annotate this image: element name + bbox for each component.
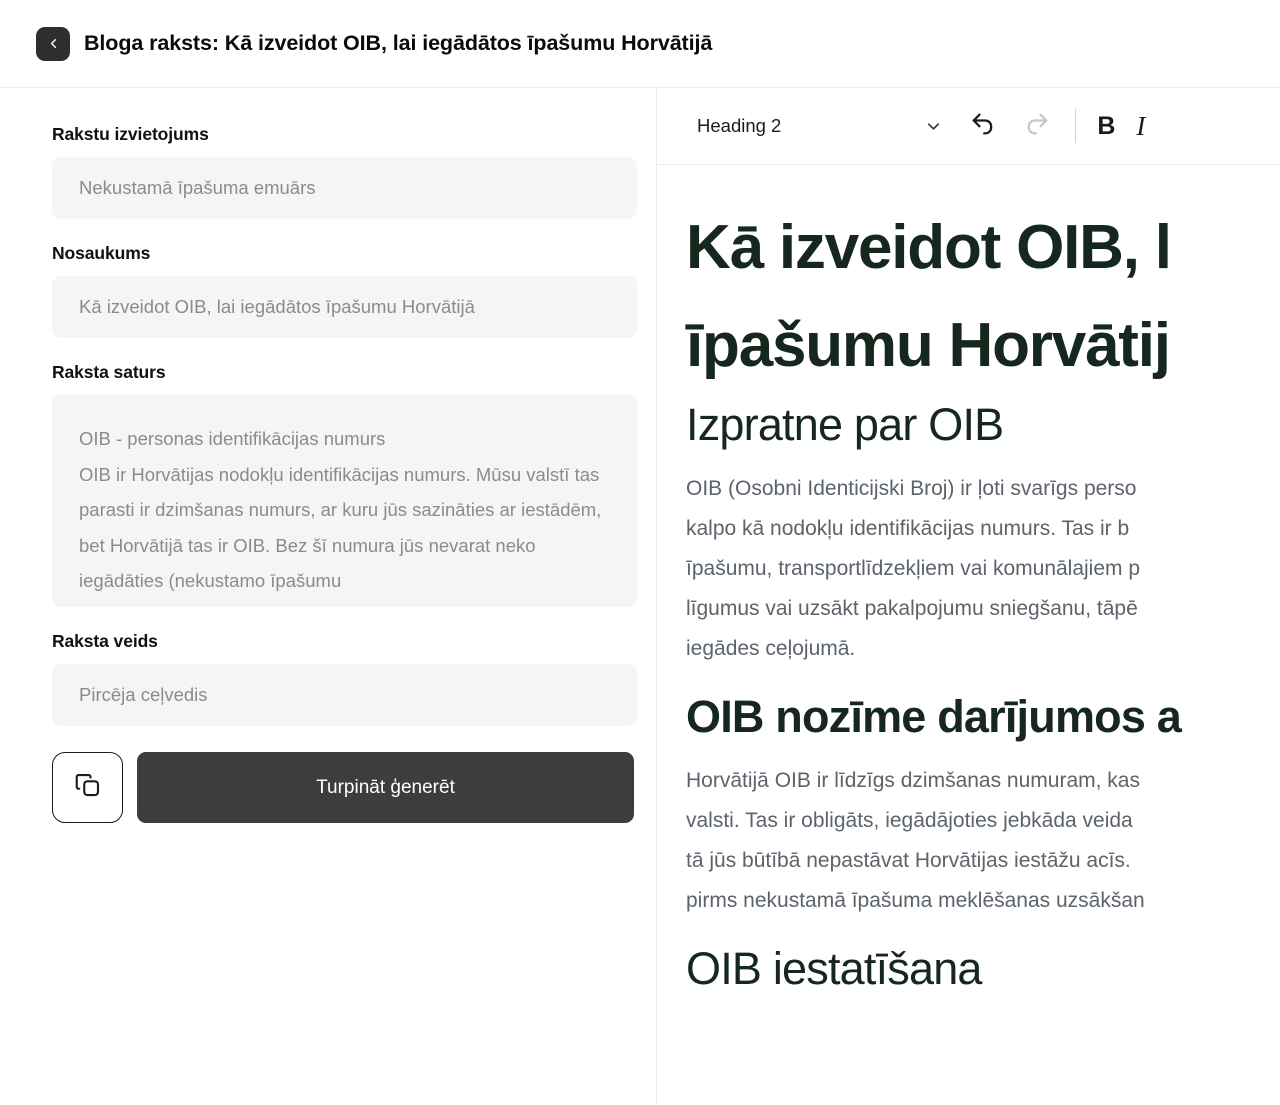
document-title-line1: Kā izveidot OIB, l bbox=[686, 213, 1172, 282]
undo-button[interactable] bbox=[969, 110, 997, 143]
redo-button[interactable] bbox=[1023, 110, 1051, 143]
document-paragraph-2: Horvātijā OIB ir līdzīgs dzimšanas numur… bbox=[686, 761, 1280, 921]
paragraph-line: tā jūs būtībā nepastāvat Horvātijas iest… bbox=[686, 848, 1131, 872]
document-content[interactable]: Kā izveidot OIB, l īpašumu Horvātij Izpr… bbox=[658, 165, 1280, 1105]
paragraph-line: līgumus vai uzsākt pakalpojumu sniegšanu… bbox=[686, 596, 1138, 620]
type-input[interactable]: Pircēja ceļvedis bbox=[52, 664, 637, 726]
chevron-left-icon bbox=[46, 36, 61, 51]
document-heading-nozime: OIB nozīme darījumos a bbox=[686, 690, 1182, 742]
content-placeholder: OIB - personas identifikācijas numurs OI… bbox=[79, 428, 602, 591]
field-placement: Rakstu izvietojums Nekustamā īpašuma emu… bbox=[52, 124, 637, 219]
generate-button[interactable]: Turpināt ģenerēt bbox=[137, 752, 634, 823]
placement-input[interactable]: Nekustamā īpašuma emuārs bbox=[52, 157, 637, 219]
paragraph-line: iegādes ceļojumā. bbox=[686, 636, 856, 660]
bold-button[interactable]: B bbox=[1097, 113, 1115, 139]
field-label-placement: Rakstu izvietojums bbox=[52, 124, 209, 144]
content-textarea[interactable]: OIB - personas identifikācijas numurs OI… bbox=[52, 395, 637, 607]
toolbar-divider bbox=[1075, 109, 1077, 143]
document-heading-izpratne: Izpratne par OIB bbox=[686, 398, 1004, 450]
document-title-line2: īpašumu Horvātij bbox=[686, 310, 1171, 380]
chevron-down-icon bbox=[924, 117, 943, 136]
copy-button[interactable] bbox=[52, 752, 123, 823]
field-content: Raksta saturs OIB - personas identifikāc… bbox=[52, 362, 637, 607]
block-format-select[interactable]: Heading 2 bbox=[697, 115, 943, 137]
field-label-type: Raksta veids bbox=[52, 631, 158, 651]
form-panel: Rakstu izvietojums Nekustamā īpašuma emu… bbox=[0, 88, 657, 1105]
paragraph-line: OIB (Osobni Identicijski Broj) ir ļoti s… bbox=[686, 476, 1137, 500]
redo-icon bbox=[1023, 110, 1051, 143]
editor-toolbar: Heading 2 B I bbox=[658, 88, 1280, 165]
editor-panel: Heading 2 B I Kā izveidot OIB, l īpašumu… bbox=[658, 88, 1280, 1105]
title-placeholder: Kā izveidot OIB, lai iegādātos īpašumu H… bbox=[79, 296, 475, 317]
type-placeholder: Pircēja ceļvedis bbox=[79, 684, 208, 705]
document-paragraph-1: OIB (Osobni Identicijski Broj) ir ļoti s… bbox=[686, 469, 1280, 669]
back-button[interactable] bbox=[36, 26, 70, 61]
paragraph-line: kalpo kā nodokļu identifikācijas numurs.… bbox=[686, 516, 1130, 540]
paragraph-line: īpašumu, transportlīdzekļiem vai komunāl… bbox=[686, 556, 1141, 580]
paragraph-line: Horvātijā OIB ir līdzīgs dzimšanas numur… bbox=[686, 768, 1140, 792]
app-header: Bloga raksts: Kā izveidot OIB, lai iegād… bbox=[0, 0, 1280, 88]
undo-icon bbox=[969, 110, 997, 143]
document-title: Kā izveidot OIB, l īpašumu Horvātij bbox=[686, 199, 1280, 395]
field-label-content: Raksta saturs bbox=[52, 362, 166, 382]
block-format-label: Heading 2 bbox=[697, 115, 782, 136]
form-actions: Turpināt ģenerēt bbox=[52, 752, 634, 823]
copy-icon bbox=[73, 770, 103, 805]
paragraph-line: pirms nekustamā īpašuma meklēšanas uzsāk… bbox=[686, 888, 1145, 912]
paragraph-line: valsti. Tas ir obligāts, iegādājoties je… bbox=[686, 808, 1133, 832]
field-type: Raksta veids Pircēja ceļvedis bbox=[52, 631, 637, 726]
title-input[interactable]: Kā izveidot OIB, lai iegādātos īpašumu H… bbox=[52, 276, 637, 338]
field-title: Nosaukums Kā izveidot OIB, lai iegādātos… bbox=[52, 243, 637, 338]
placement-placeholder: Nekustamā īpašuma emuārs bbox=[79, 177, 316, 198]
italic-button[interactable]: I bbox=[1136, 112, 1145, 140]
field-label-title: Nosaukums bbox=[52, 243, 151, 263]
page-title: Bloga raksts: Kā izveidot OIB, lai iegād… bbox=[84, 31, 713, 55]
document-heading-iestatisana: OIB iestatīšana bbox=[686, 942, 982, 994]
